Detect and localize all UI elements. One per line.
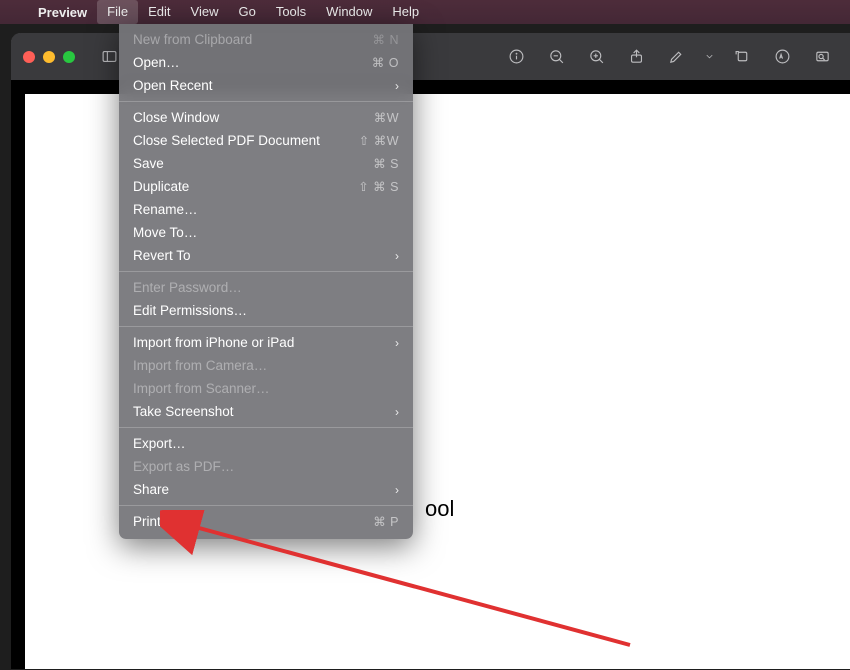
menu-item-label: Close Window <box>133 110 359 125</box>
menu-item-label: Open… <box>133 55 359 70</box>
menu-tools[interactable]: Tools <box>266 0 316 24</box>
menu-help[interactable]: Help <box>382 0 429 24</box>
window-controls <box>23 51 75 63</box>
zoom-in-icon[interactable] <box>580 43 612 71</box>
menu-item-label: Duplicate <box>133 179 358 194</box>
menu-item-label: Rename… <box>133 202 399 217</box>
menu-item[interactable]: Close Window⌘W <box>119 106 413 129</box>
menu-item: Export as PDF… <box>119 455 413 478</box>
zoom-out-icon[interactable] <box>540 43 572 71</box>
markup-icon[interactable] <box>766 43 798 71</box>
menu-item-label: Edit Permissions… <box>133 303 399 318</box>
menu-item[interactable]: Close Selected PDF Document⇧ ⌘W <box>119 129 413 152</box>
chevron-right-icon: › <box>389 405 399 419</box>
chevron-down-icon[interactable] <box>700 43 718 71</box>
menu-item-label: Move To… <box>133 225 399 240</box>
menu-item-label: New from Clipboard <box>133 32 359 47</box>
menu-item[interactable]: Revert To› <box>119 244 413 267</box>
menu-item[interactable]: Take Screenshot› <box>119 400 413 423</box>
menu-item[interactable]: Print…⌘ P <box>119 510 413 533</box>
menu-item: Import from Camera… <box>119 354 413 377</box>
menu-go[interactable]: Go <box>228 0 265 24</box>
menu-item-shortcut: ⇧ ⌘ S <box>358 179 399 194</box>
rotate-icon[interactable] <box>726 43 758 71</box>
close-window-button[interactable] <box>23 51 35 63</box>
menu-item-shortcut: ⌘W <box>359 110 399 125</box>
app-name[interactable]: Preview <box>28 5 97 20</box>
chevron-right-icon: › <box>389 79 399 93</box>
menu-item-label: Save <box>133 156 359 171</box>
file-menu-dropdown: New from Clipboard⌘ NOpen…⌘ OOpen Recent… <box>119 24 413 539</box>
menu-item[interactable]: Duplicate⇧ ⌘ S <box>119 175 413 198</box>
menu-edit[interactable]: Edit <box>138 0 180 24</box>
menu-item-label: Open Recent <box>133 78 389 93</box>
menu-item[interactable]: Open…⌘ O <box>119 51 413 74</box>
search-icon[interactable] <box>806 43 838 71</box>
menu-item: Enter Password… <box>119 276 413 299</box>
chevron-right-icon: › <box>389 336 399 350</box>
menu-item-label: Enter Password… <box>133 280 399 295</box>
menu-item[interactable]: Save⌘ S <box>119 152 413 175</box>
menu-item[interactable]: Export… <box>119 432 413 455</box>
menu-item: New from Clipboard⌘ N <box>119 28 413 51</box>
menu-item-label: Close Selected PDF Document <box>133 133 359 148</box>
menu-item[interactable]: Rename… <box>119 198 413 221</box>
menu-item-label: Import from Camera… <box>133 358 399 373</box>
menu-item-shortcut: ⌘ P <box>359 514 399 529</box>
menu-item-label: Print… <box>133 514 359 529</box>
menu-file[interactable]: File <box>97 0 138 24</box>
menu-item[interactable]: Share› <box>119 478 413 501</box>
menu-item-shortcut: ⌘ S <box>359 156 399 171</box>
menu-item-shortcut: ⇧ ⌘W <box>359 133 399 148</box>
menu-item-label: Share <box>133 482 389 497</box>
menu-item: Import from Scanner… <box>119 377 413 400</box>
page-text-fragment: ool <box>425 496 454 522</box>
menu-item[interactable]: Edit Permissions… <box>119 299 413 322</box>
menu-item-label: Export… <box>133 436 399 451</box>
minimize-window-button[interactable] <box>43 51 55 63</box>
share-icon[interactable] <box>620 43 652 71</box>
menu-item[interactable]: Import from iPhone or iPad› <box>119 331 413 354</box>
menu-item[interactable]: Open Recent› <box>119 74 413 97</box>
chevron-right-icon: › <box>389 483 399 497</box>
menu-item-shortcut: ⌘ N <box>359 32 399 47</box>
menu-item-label: Revert To <box>133 248 389 263</box>
chevron-right-icon: › <box>389 249 399 263</box>
fullscreen-window-button[interactable] <box>63 51 75 63</box>
menu-item-label: Export as PDF… <box>133 459 399 474</box>
menu-view[interactable]: View <box>181 0 229 24</box>
highlight-icon[interactable] <box>660 43 692 71</box>
system-menubar: Preview File Edit View Go Tools Window H… <box>0 0 850 24</box>
menu-item[interactable]: Move To… <box>119 221 413 244</box>
menu-item-shortcut: ⌘ O <box>359 55 399 70</box>
menu-item-label: Import from Scanner… <box>133 381 399 396</box>
menu-item-label: Import from iPhone or iPad <box>133 335 389 350</box>
menu-window[interactable]: Window <box>316 0 382 24</box>
menu-item-label: Take Screenshot <box>133 404 389 419</box>
info-icon[interactable] <box>500 43 532 71</box>
